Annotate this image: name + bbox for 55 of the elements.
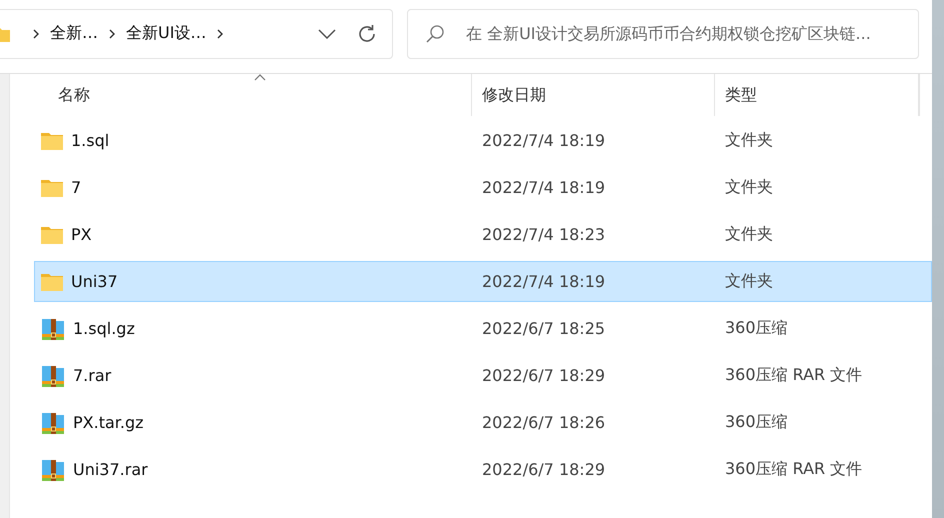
file-row[interactable]: 7 2022/7/4 18:19 文件夹 — [34, 167, 932, 208]
file-type: 文件夹 — [725, 130, 773, 151]
file-name: 1.sql — [71, 131, 110, 150]
file-name: Uni37.rar — [73, 460, 148, 479]
file-row[interactable]: 7.rar 2022/6/7 18:29 360压缩 RAR 文件 — [34, 355, 932, 396]
file-name: 7 — [71, 178, 82, 197]
search-field[interactable]: 在 全新UI设计交易所源码币币合约期权锁仓挖矿区块链... — [407, 8, 919, 58]
file-type: 文件夹 — [725, 271, 773, 292]
file-row[interactable]: 1.sql 2022/7/4 18:19 文件夹 — [34, 120, 932, 161]
archive-icon — [41, 364, 65, 388]
file-row[interactable]: Uni37.rar 2022/6/7 18:29 360压缩 RAR 文件 — [34, 449, 932, 490]
file-row[interactable]: 1.sql.gz 2022/6/7 18:25 360压缩 — [34, 308, 932, 349]
archive-icon — [41, 410, 65, 434]
folder-icon — [41, 132, 63, 150]
modified-date: 2022/6/7 18:29 — [482, 460, 606, 479]
modified-date: 2022/7/4 18:19 — [482, 178, 606, 197]
column-header[interactable]: 名称 — [34, 74, 472, 116]
file-type: 360压缩 RAR 文件 — [725, 459, 862, 480]
folder-icon — [41, 178, 63, 196]
file-type: 360压缩 RAR 文件 — [725, 365, 862, 386]
chevron-icon — [109, 28, 115, 38]
chevron-icon — [217, 28, 224, 38]
file-type: 文件夹 — [725, 177, 773, 198]
dropdown-icon[interactable] — [318, 28, 336, 38]
file-row[interactable]: Uni37 2022/7/4 18:19 文件夹 — [34, 261, 932, 302]
breadcrumb-item[interactable]: 全新UI设… — [126, 23, 206, 44]
archive-icon — [41, 458, 65, 482]
modified-date: 2022/6/7 18:25 — [482, 319, 606, 338]
chevron-icon — [33, 28, 39, 38]
modified-date: 2022/7/4 18:19 — [482, 131, 606, 150]
file-name: PX.tar.gz — [73, 413, 144, 432]
folder-icon — [41, 226, 63, 244]
file-name: 1.sql.gz — [73, 319, 135, 338]
modified-date: 2022/7/4 18:23 — [482, 225, 606, 244]
refresh-icon[interactable] — [356, 22, 378, 44]
file-type: 360压缩 — [725, 318, 788, 339]
file-name: Uni37 — [71, 272, 118, 291]
file-row[interactable]: PX.tar.gz 2022/6/7 18:26 360压缩 — [34, 402, 932, 443]
file-name: PX — [71, 225, 92, 244]
file-name: 7.rar — [73, 366, 112, 385]
archive-icon — [41, 316, 65, 340]
file-type: 文件夹 — [725, 224, 773, 245]
file-row[interactable]: PX 2022/7/4 18:23 文件夹 — [34, 214, 932, 255]
search-icon — [425, 24, 445, 44]
modified-date: 2022/6/7 18:29 — [482, 366, 606, 385]
folder-icon — [41, 272, 63, 290]
sort-ascending-icon — [254, 74, 266, 81]
file-type: 360压缩 — [725, 412, 788, 433]
folder-icon — [0, 26, 12, 42]
column-header[interactable]: 修改日期 — [472, 74, 715, 116]
column-header[interactable]: 类型 — [715, 74, 919, 116]
modified-date: 2022/7/4 18:19 — [482, 272, 606, 291]
breadcrumb-item[interactable]: 全新… — [50, 23, 98, 44]
address-bar[interactable]: 全新… 全新UI设… — [0, 8, 393, 58]
modified-date: 2022/6/7 18:26 — [482, 413, 606, 432]
